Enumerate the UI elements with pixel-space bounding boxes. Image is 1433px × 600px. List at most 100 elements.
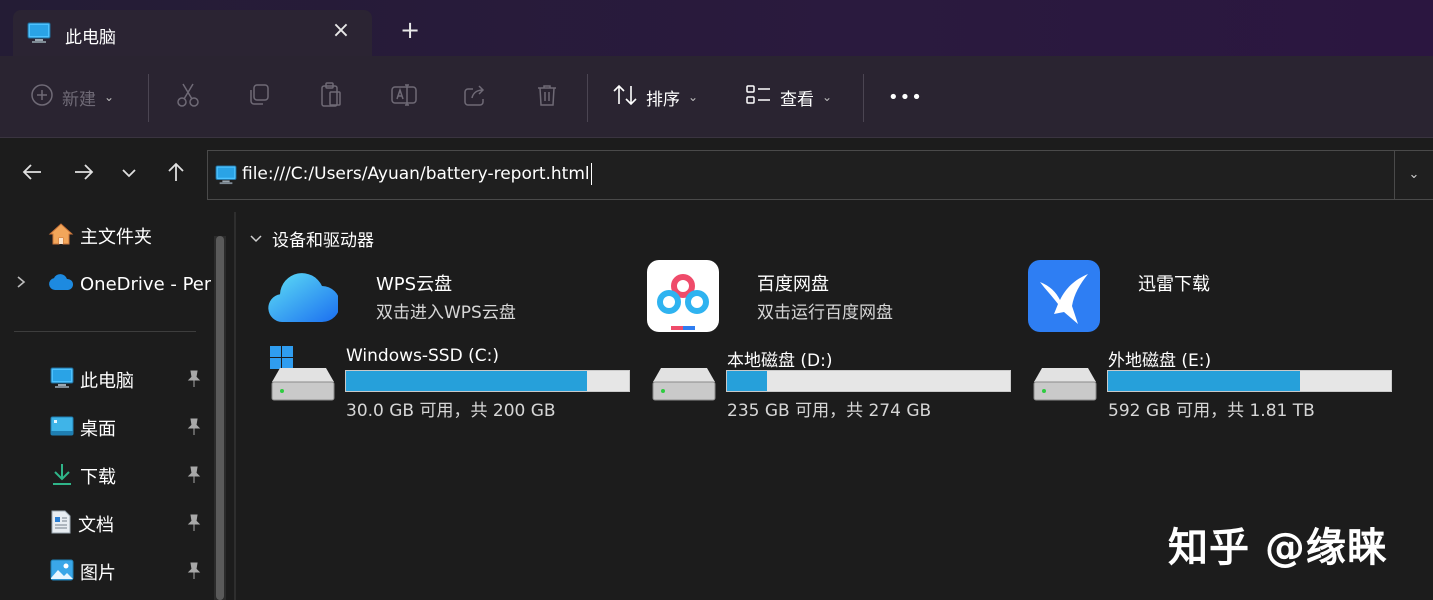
drive-usage-fill (1108, 371, 1301, 391)
sidebar-item-label: 桌面 (80, 419, 116, 440)
tile-subtitle: 双击运行百度网盘 (757, 303, 893, 323)
drive-usage-bar (726, 370, 1011, 392)
new-label: 新建 (62, 89, 96, 110)
pin-icon (186, 418, 202, 440)
file-explorer-window: 此电脑 × + 新建 ⌄ 排序 ⌄ 查看 ⌄ ••• file:///C:/Us… (0, 0, 1433, 600)
drive-d[interactable]: 本地磁盘 (D:) 235 GB 可用，共 274 GB (651, 346, 1021, 426)
back-button[interactable] (18, 161, 46, 189)
navigation-pane: 主文件夹 OneDrive - Per 此电脑 桌面 下载 文档 图片 (0, 212, 228, 600)
xunlei-icon (1028, 260, 1100, 332)
drive-usage-fill (727, 371, 767, 391)
pin-icon (186, 514, 202, 536)
text-caret (590, 163, 592, 185)
tile-subtitle: 双击进入WPS云盘 (376, 303, 516, 323)
cut-button[interactable] (176, 56, 200, 138)
baidu-netdisk-icon (647, 260, 719, 332)
chevron-down-icon: ⌄ (104, 90, 115, 104)
sidebar-item-home[interactable]: 主文件夹 (0, 214, 212, 258)
tab-this-pc[interactable]: 此电脑 × (13, 10, 372, 56)
chevron-right-icon[interactable] (16, 275, 48, 293)
toolbar-separator (863, 74, 864, 122)
close-icon[interactable]: × (329, 19, 353, 43)
view-button[interactable]: 查看 ⌄ (746, 56, 832, 138)
sort-button[interactable]: 排序 ⌄ (612, 56, 698, 138)
plus-circle-icon (30, 83, 54, 111)
watermark-text: 知乎 @缘睐 (1168, 525, 1388, 571)
sidebar-scrollbar[interactable] (214, 236, 226, 600)
sidebar-divider (14, 331, 196, 332)
forward-button[interactable] (70, 161, 98, 189)
title-bar: 此电脑 × + (0, 0, 1433, 56)
new-tab-button[interactable]: + (398, 18, 422, 42)
pin-icon (186, 562, 202, 584)
cloud-icon (48, 273, 74, 295)
rename-button[interactable] (391, 56, 417, 138)
command-bar: 新建 ⌄ 排序 ⌄ 查看 ⌄ ••• (0, 56, 1433, 138)
sidebar-item-onedrive[interactable]: OneDrive - Per (0, 262, 212, 306)
trash-icon (535, 83, 559, 111)
section-title: 设备和驱动器 (272, 231, 374, 251)
more-icon: ••• (888, 86, 923, 108)
sidebar-item-label: 主文件夹 (80, 227, 152, 248)
wps-cloud-tile[interactable]: WPS云盘 双击进入WPS云盘 (266, 260, 636, 340)
drive-name: 本地磁盘 (D:) (727, 351, 833, 371)
sidebar-item-this-pc[interactable]: 此电脑 (0, 358, 212, 402)
sidebar-item-desktop[interactable]: 桌面 (0, 406, 212, 450)
drive-name: Windows-SSD (C:) (346, 346, 499, 366)
up-button[interactable] (162, 161, 190, 189)
chevron-down-icon: ⌄ (822, 90, 833, 104)
copy-button[interactable] (247, 56, 271, 138)
sort-icon (612, 83, 638, 111)
sidebar-item-label: 下载 (80, 467, 116, 488)
tile-name: 百度网盘 (757, 274, 829, 295)
sidebar-item-documents[interactable]: 文档 (0, 502, 212, 546)
address-history-dropdown[interactable]: ⌄ (1395, 150, 1433, 200)
tab-title: 此电脑 (65, 28, 116, 48)
chevron-down-icon: ⌄ (1408, 167, 1420, 182)
drive-c[interactable]: Windows-SSD (C:) 30.0 GB 可用，共 200 GB (270, 346, 640, 426)
sort-label: 排序 (646, 89, 680, 110)
view-label: 查看 (780, 89, 814, 110)
more-options-button[interactable]: ••• (888, 56, 923, 138)
document-icon (50, 510, 72, 538)
paste-button[interactable] (319, 56, 343, 138)
drive-usage-bar (345, 370, 630, 392)
delete-button[interactable] (535, 56, 559, 138)
scissors-icon (176, 82, 200, 112)
sidebar-item-downloads[interactable]: 下载 (0, 454, 212, 498)
toolbar-separator (587, 74, 588, 122)
wps-cloud-icon (266, 260, 340, 332)
toolbar-separator (148, 74, 149, 122)
hard-drive-icon (1032, 346, 1098, 406)
devices-section-header[interactable]: 设备和驱动器 (250, 226, 374, 251)
clipboard-icon (319, 82, 343, 112)
scrollbar-thumb[interactable] (216, 236, 224, 600)
drive-free-space: 235 GB 可用，共 274 GB (727, 401, 932, 421)
xunlei-tile[interactable]: 迅雷下载 (1028, 260, 1398, 340)
desktop-icon (50, 416, 74, 440)
chevron-down-icon (250, 229, 262, 248)
drive-free-space: 592 GB 可用，共 1.81 TB (1108, 401, 1315, 421)
sidebar-item-label: OneDrive - Per (80, 273, 212, 295)
navigation-row: file:///C:/Users/Ayuan/battery-report.ht… (0, 139, 1433, 212)
pictures-icon (50, 559, 74, 585)
drive-name: 外地磁盘 (E:) (1108, 351, 1212, 371)
new-button[interactable]: 新建 ⌄ (30, 56, 114, 138)
drive-e[interactable]: 外地磁盘 (E:) 592 GB 可用，共 1.81 TB (1032, 346, 1402, 426)
pin-icon (186, 370, 202, 392)
pin-icon (186, 466, 202, 488)
baidu-netdisk-tile[interactable]: 百度网盘 双击运行百度网盘 (647, 260, 1017, 340)
address-path[interactable]: file:///C:/Users/Ayuan/battery-report.ht… (242, 163, 592, 185)
rename-icon (391, 83, 417, 111)
tile-name: WPS云盘 (376, 274, 453, 295)
address-bar[interactable]: file:///C:/Users/Ayuan/battery-report.ht… (207, 150, 1395, 200)
recent-locations-button[interactable] (115, 161, 143, 189)
address-path-text: file:///C:/Users/Ayuan/battery-report.ht… (242, 164, 590, 184)
sidebar-item-pictures[interactable]: 图片 (0, 550, 212, 594)
share-button[interactable] (463, 56, 487, 138)
hard-drive-icon (651, 346, 717, 406)
sidebar-item-label: 文档 (78, 515, 114, 536)
drive-usage-bar (1107, 370, 1392, 392)
computer-icon (50, 367, 74, 393)
home-icon (48, 222, 74, 250)
